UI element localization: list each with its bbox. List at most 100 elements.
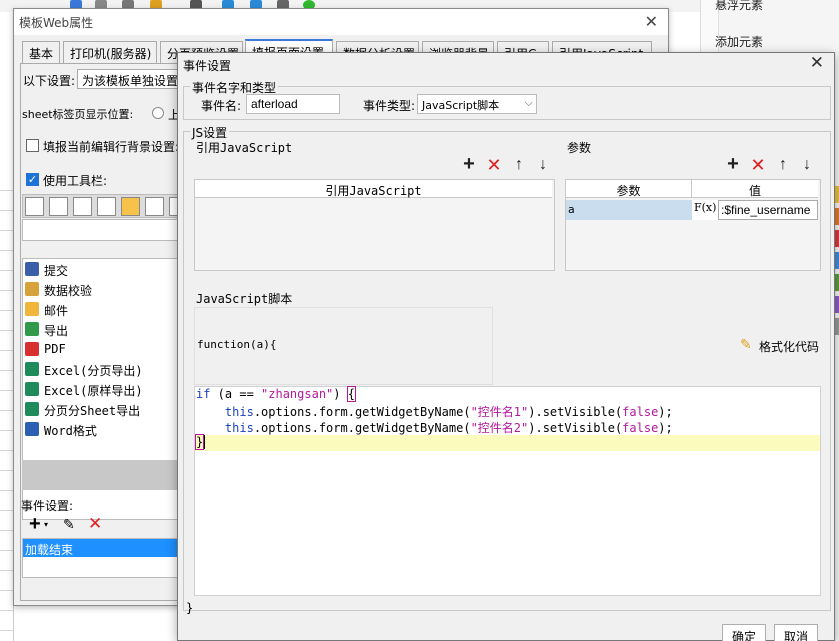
toolbar-list-item-label: 分页分Sheet导出 bbox=[44, 404, 141, 418]
add-element-label[interactable]: 添加元素 bbox=[715, 33, 763, 50]
toolbar-list-item[interactable]: 邮件 bbox=[23, 299, 183, 319]
event-list: 加载结束 bbox=[22, 538, 182, 578]
param-name-cell[interactable]: a bbox=[566, 200, 692, 220]
export-icon bbox=[25, 322, 39, 336]
params-title: 参数 bbox=[567, 141, 592, 155]
ok-button[interactable]: 确定 bbox=[722, 624, 766, 641]
add-param-icon[interactable]: + bbox=[725, 154, 741, 174]
event-settings-dialog: 事件设置 ✕ 事件名字和类型 事件名: afterload 事件类型: Java… bbox=[177, 52, 835, 641]
event-type-select[interactable]: JavaScript脚本 ⌵ bbox=[417, 94, 537, 114]
event-name-input[interactable]: afterload bbox=[246, 94, 340, 114]
toolbar-list-item-label: Word格式 bbox=[44, 424, 97, 438]
chevron-down-icon[interactable]: ⌵ bbox=[525, 96, 533, 110]
close-icon[interactable]: ✕ bbox=[645, 12, 658, 32]
event-type-value: JavaScript脚本 bbox=[422, 99, 500, 112]
code-editor[interactable]: if (a == "zhangsan") { this.options.form… bbox=[186, 386, 821, 615]
code-line: } bbox=[194, 434, 820, 451]
save-icon[interactable] bbox=[25, 197, 44, 216]
event-name-type-group: 事件名字和类型 事件名: afterload 事件类型: JavaScript脚… bbox=[183, 79, 831, 120]
code-line: this.options.form.getWidgetByName("控件名2"… bbox=[224, 421, 673, 435]
excel-icon bbox=[25, 402, 39, 416]
chevron-down-icon[interactable]: ▾ bbox=[44, 520, 48, 529]
cancel-button[interactable]: 取消 bbox=[774, 624, 818, 641]
toolbar-list-item[interactable]: 导出 bbox=[23, 319, 183, 339]
setting-label: 以下设置: bbox=[23, 74, 76, 88]
params-column-value[interactable]: 值 bbox=[692, 180, 818, 198]
toolbar-list-item-label: Excel(分页导出) bbox=[44, 364, 143, 378]
ref-js-title: 引用JavaScript bbox=[196, 141, 293, 155]
toolbar-list-item[interactable]: Word格式 bbox=[23, 419, 183, 439]
bg-setting-label: 填报当前编辑行背景设置: bbox=[43, 140, 180, 154]
script-title: JavaScript脚本 bbox=[196, 292, 293, 306]
move-up-icon[interactable]: ↑ bbox=[511, 157, 527, 173]
bg-setting-checkbox[interactable] bbox=[26, 139, 39, 152]
function-signature: function(a){ bbox=[197, 338, 277, 351]
floating-element-label[interactable]: 悬浮元素 bbox=[715, 0, 763, 13]
code-line: if (a == "zhangsan") { bbox=[196, 386, 357, 402]
pdf-icon bbox=[25, 342, 39, 356]
params-table: 参数 值 a F(x) :$fine_username bbox=[565, 179, 821, 271]
setting-select[interactable]: 为该模板单独设置 bbox=[77, 69, 187, 89]
close-icon[interactable]: ✕ bbox=[810, 53, 824, 73]
excel-icon bbox=[25, 382, 39, 396]
delete-ref-js-icon[interactable]: ✕ bbox=[486, 156, 502, 174]
params-column-name[interactable]: 参数 bbox=[566, 180, 692, 198]
event-list-item[interactable]: 加载结束 bbox=[23, 539, 181, 557]
code-line: this.options.form.getWidgetByName("控件名1"… bbox=[224, 405, 673, 419]
edit-icon[interactable]: ✎ bbox=[63, 516, 75, 533]
toolbar-list-item[interactable]: Excel(分页导出) bbox=[23, 359, 183, 379]
closing-brace: } bbox=[186, 601, 194, 615]
validate-icon bbox=[25, 282, 39, 296]
tab-basic[interactable]: 基本 bbox=[22, 41, 60, 63]
use-toolbar-checkbox[interactable]: ✓ bbox=[26, 173, 39, 186]
mail-icon[interactable] bbox=[121, 197, 140, 216]
delete-icon[interactable]: ✕ bbox=[88, 514, 102, 534]
toolbar-list-item[interactable]: 数据校验 bbox=[23, 279, 183, 299]
toolbar-list-item-label: 数据校验 bbox=[44, 284, 93, 298]
toolbar-list-item-label: 邮件 bbox=[44, 304, 69, 318]
move-down-icon[interactable]: ↓ bbox=[535, 157, 551, 173]
sheet-position-label: sheet标签页显示位置: bbox=[22, 108, 134, 121]
toolbar-list-item[interactable]: 分页分Sheet导出 bbox=[23, 399, 183, 419]
print-icon[interactable] bbox=[73, 197, 92, 216]
excel-icon bbox=[25, 362, 39, 376]
delete-param-icon[interactable]: ✕ bbox=[750, 156, 766, 174]
tab-printer-server[interactable]: 打印机(服务器) bbox=[63, 41, 157, 63]
add-event-icon[interactable]: + bbox=[29, 513, 41, 536]
toolbar-preview-blank bbox=[22, 219, 182, 241]
export-icon[interactable] bbox=[97, 197, 116, 216]
toolbar-list-item-label: 提交 bbox=[44, 264, 69, 278]
ref-js-list: 引用JavaScript bbox=[194, 179, 555, 271]
brush-icon[interactable]: ✎ bbox=[740, 336, 752, 353]
function-signature-box: function(a){ bbox=[194, 307, 493, 385]
sheet-position-top-radio[interactable] bbox=[152, 107, 164, 119]
event-name-label: 事件名: bbox=[201, 99, 242, 113]
toolbar-list-item[interactable]: Excel(原样导出) bbox=[23, 379, 183, 399]
toolbar-list-item[interactable]: 提交 bbox=[23, 259, 183, 279]
move-down-icon[interactable]: ↓ bbox=[799, 157, 815, 173]
toolbar-list-item[interactable]: PDF bbox=[23, 339, 183, 359]
event-type-label: 事件类型: bbox=[363, 99, 416, 113]
toolbar-list-item-label: PDF bbox=[44, 342, 66, 356]
js-settings-group: JS设置 引用JavaScript + ✕ ↑ ↓ 引用JavaScript 参… bbox=[183, 124, 831, 615]
event-settings-label: 事件设置: bbox=[21, 499, 74, 513]
web-window-title: 模板Web属性 bbox=[19, 16, 94, 30]
format-code-button[interactable]: 格式化代码 bbox=[759, 338, 819, 355]
spreadsheet-grid bbox=[0, 190, 14, 641]
formula-icon[interactable]: F(x) bbox=[692, 200, 718, 220]
web-window-titlebar: 模板Web属性 ✕ bbox=[14, 9, 668, 35]
mail-icon bbox=[25, 302, 39, 316]
validate-icon[interactable] bbox=[49, 197, 68, 216]
word-icon bbox=[25, 422, 39, 436]
add-ref-js-icon[interactable]: + bbox=[461, 154, 477, 174]
toolbar-list-item-label: Excel(原样导出) bbox=[44, 384, 143, 398]
use-toolbar-label: 使用工具栏: bbox=[43, 174, 108, 188]
param-value-cell[interactable]: :$fine_username bbox=[718, 200, 818, 220]
layout-icon[interactable] bbox=[145, 197, 164, 216]
toolbar-list-footer bbox=[22, 460, 182, 490]
toolbar-list-item-label: 导出 bbox=[44, 324, 69, 338]
toolbar-preview-strip bbox=[22, 194, 182, 218]
dialog-title: 事件设置 bbox=[183, 59, 232, 73]
ref-js-column-header[interactable]: 引用JavaScript bbox=[195, 180, 552, 198]
move-up-icon[interactable]: ↑ bbox=[775, 157, 791, 173]
